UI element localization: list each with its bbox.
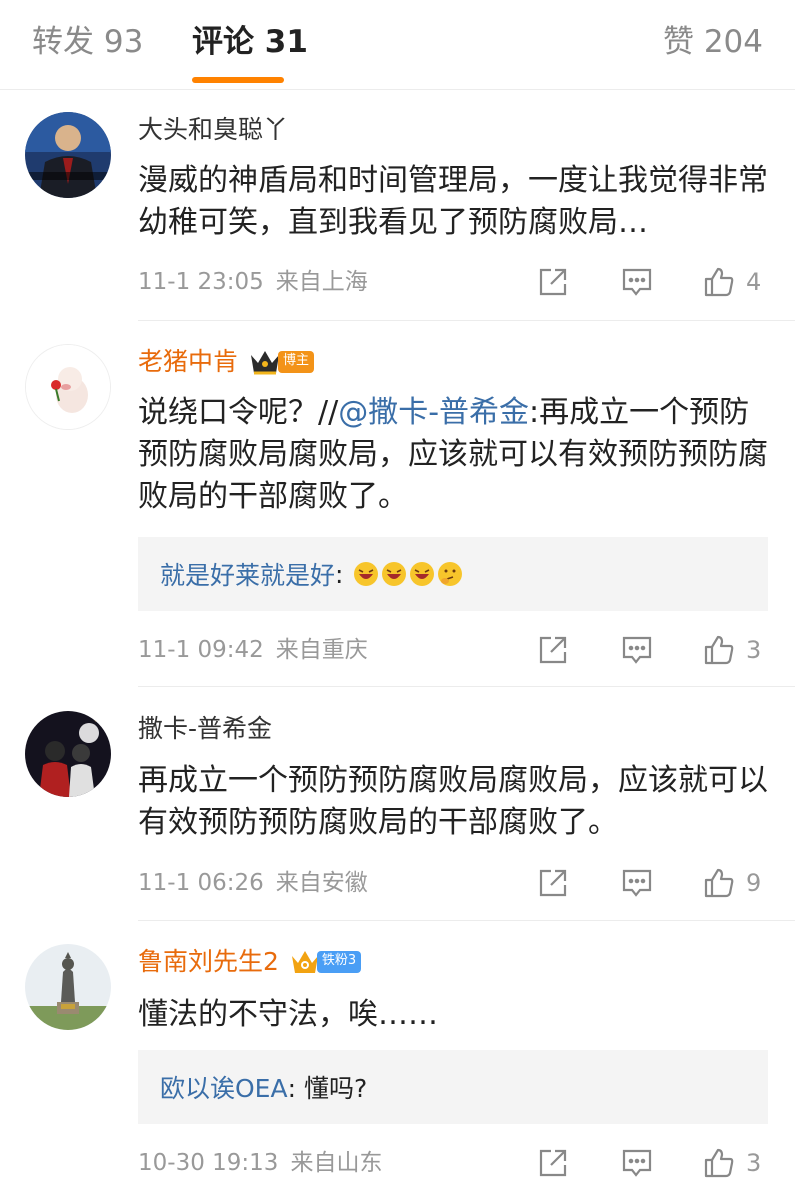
- divider: [138, 320, 795, 321]
- avatar[interactable]: [25, 711, 111, 797]
- comment-actions: 3: [530, 1143, 780, 1183]
- avatar[interactable]: [25, 112, 111, 198]
- reply-button[interactable]: [620, 630, 654, 670]
- like-count: 9: [746, 869, 762, 897]
- comment-source: 来自上海: [275, 269, 368, 295]
- share-button[interactable]: [536, 1143, 570, 1183]
- comment-icon: [622, 1149, 652, 1177]
- comment-time: 11-1 23:05: [138, 269, 264, 295]
- comment-text: 漫威的神盾局和时间管理局，一度让我觉得非常幼稚可笑，直到我看见了预防腐败局…: [138, 163, 768, 240]
- laughing-emoji-icon: [382, 562, 407, 586]
- comment-source: 来自重庆: [275, 637, 368, 663]
- divider: [138, 920, 795, 921]
- share-icon: [539, 869, 567, 897]
- reply-preview[interactable]: 就是好莱就是好:: [138, 537, 768, 611]
- comment-text: 说绕口令呢？//@撒卡-普希金:再成立一个预防预防腐败局腐败局，应该就可以有效预…: [138, 392, 778, 518]
- share-icon: [539, 636, 567, 664]
- comment-icon: [622, 268, 652, 296]
- laughing-emoji-icon: [354, 562, 379, 586]
- reply-user-name[interactable]: 欧以诶OEA: [160, 1069, 288, 1105]
- share-button[interactable]: [536, 863, 570, 903]
- comment-source: 来自安徽: [275, 870, 368, 896]
- comment-text-prefix: 说绕口令呢？//: [138, 395, 339, 430]
- reply-separator: :: [335, 559, 344, 589]
- comment-icon: [622, 869, 652, 897]
- laughing-emoji-icon: [410, 562, 435, 586]
- user-name[interactable]: 老猪中肯: [138, 344, 238, 380]
- avatar[interactable]: [25, 944, 111, 1030]
- comment-meta: 10-30 19:13 来自山东: [138, 1147, 382, 1179]
- user-name[interactable]: 撒卡-普希金: [138, 711, 272, 747]
- badge-label: 博主: [278, 351, 315, 373]
- user-name[interactable]: 大头和臭聪丫: [138, 112, 288, 148]
- like-count: 4: [746, 268, 762, 296]
- reply-button[interactable]: [620, 1143, 654, 1183]
- reply-button[interactable]: [620, 863, 654, 903]
- reply-preview[interactable]: 欧以诶OEA: 懂吗?: [138, 1050, 768, 1124]
- like-button[interactable]: 3: [702, 1143, 761, 1183]
- like-count: 3: [746, 1149, 762, 1177]
- like-button[interactable]: 3: [702, 630, 761, 670]
- comment-time: 11-1 06:26: [138, 870, 264, 896]
- share-button[interactable]: [536, 630, 570, 670]
- share-icon: [539, 1149, 567, 1177]
- comment-text: 再成立一个预防预防腐败局腐败局，应该就可以有效预防预防腐败局的干部腐败了。: [138, 763, 768, 840]
- like-count: 3: [746, 636, 762, 664]
- comment-time: 10-30 19:13: [138, 1150, 279, 1176]
- tab-repost[interactable]: 转发 93: [32, 20, 143, 64]
- like-button[interactable]: 9: [702, 863, 761, 903]
- reply-button[interactable]: [620, 262, 654, 302]
- reply-text: : 懂吗?: [287, 1074, 368, 1103]
- tab-like[interactable]: 赞 204: [663, 20, 763, 64]
- thinking-emoji-icon: [438, 562, 463, 586]
- comment-meta: 11-1 06:26 来自安徽: [138, 867, 368, 899]
- comment-actions: 9: [530, 863, 780, 903]
- comment-actions: 3: [530, 630, 780, 670]
- thumbs-up-icon: [704, 868, 734, 898]
- badge-label: 铁粉3: [316, 951, 362, 973]
- comment-tabs: 转发 93 评论 31 赞 204: [0, 0, 795, 90]
- share-button[interactable]: [536, 262, 570, 302]
- like-button[interactable]: 4: [702, 262, 761, 302]
- share-icon: [539, 268, 567, 296]
- mention-link[interactable]: @撒卡-普希金: [338, 395, 529, 430]
- thumbs-up-icon: [704, 635, 734, 665]
- reply-user-name[interactable]: 就是好莱就是好: [160, 556, 335, 592]
- crown-icon: [251, 351, 280, 375]
- comment-source: 来自山东: [290, 1150, 383, 1176]
- comment-icon: [622, 636, 652, 664]
- comment-time: 11-1 09:42: [138, 637, 264, 663]
- thumbs-up-icon: [704, 1148, 734, 1178]
- divider: [138, 686, 795, 687]
- comment-meta: 11-1 23:05 来自上海: [138, 266, 368, 298]
- blogger-badge: 博主: [248, 347, 315, 377]
- comment-text: 懂法的不守法，唉……: [138, 997, 438, 1032]
- thumbs-up-icon: [704, 267, 734, 297]
- comment-actions: 4: [530, 262, 780, 302]
- active-tab-indicator: [192, 77, 284, 83]
- avatar[interactable]: [25, 344, 111, 430]
- user-name[interactable]: 鲁南刘先生2: [138, 944, 279, 980]
- fan-badge: 铁粉3: [289, 947, 362, 977]
- comment-meta: 11-1 09:42 来自重庆: [138, 634, 368, 666]
